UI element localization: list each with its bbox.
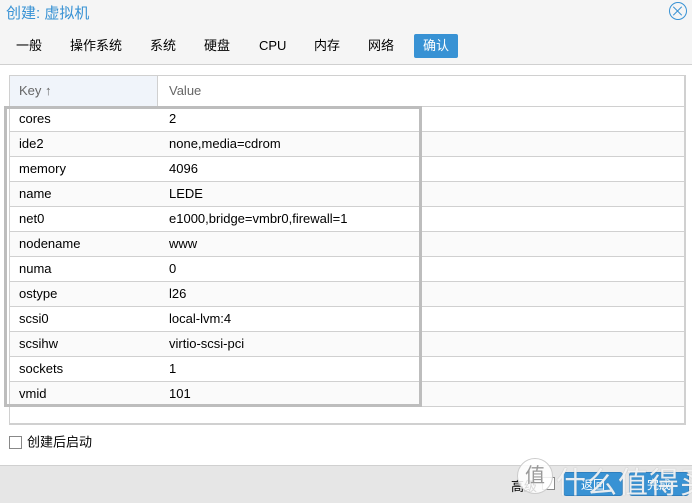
footer-toolbar: 高级 返回 完成 值 什么值得买 <box>0 458 692 503</box>
row-value: virtio-scsi-pci <box>169 336 245 351</box>
row-key: memory <box>19 161 66 176</box>
finish-button[interactable]: 完成 <box>629 472 689 496</box>
start-after-create-label: 创建后启动 <box>27 434 93 450</box>
row-value: 4096 <box>169 161 198 176</box>
table-row[interactable]: cores 2 <box>10 107 684 132</box>
table-row[interactable]: scsi0 local-lvm:4 <box>10 307 684 332</box>
table-row[interactable]: numa 0 <box>10 257 684 282</box>
row-value: LEDE <box>169 186 203 201</box>
row-key: numa <box>19 261 52 276</box>
checkbox-box[interactable] <box>9 436 22 450</box>
content-panel: Key ↑ Value cores 2 ide2 none,media=cdrom … <box>0 65 692 465</box>
row-key: sockets <box>19 361 64 376</box>
row-value: 101 <box>169 386 191 401</box>
column-header-key[interactable]: Key ↑ <box>10 76 158 106</box>
tab-general[interactable]: 一般 <box>7 34 51 58</box>
row-value: none,media=cdrom <box>169 136 281 151</box>
row-key: vmid <box>19 386 47 401</box>
row-key: ostype <box>19 286 58 301</box>
tab-disk[interactable]: 硬盘 <box>195 34 239 58</box>
table-row[interactable]: memory 4096 <box>10 157 684 182</box>
table-row[interactable]: name LEDE <box>10 182 684 207</box>
row-value: 1 <box>169 361 177 376</box>
row-key: net0 <box>19 211 45 226</box>
window-titlebar: 创建: 虚拟机 <box>0 0 692 26</box>
grid-rows: cores 2 ide2 none,media=cdrom memory 4096 n… <box>10 107 684 407</box>
row-value: www <box>169 236 198 251</box>
table-row[interactable]: ide2 none,media=cdrom <box>10 132 684 157</box>
tab-os[interactable]: 操作系统 <box>61 34 131 58</box>
row-value: 2 <box>169 111 177 126</box>
tab-memory[interactable]: 内存 <box>305 34 349 58</box>
table-row[interactable]: scsihw virtio-scsi-pci <box>10 332 684 357</box>
back-button[interactable]: 返回 <box>563 472 623 496</box>
tab-system[interactable]: 系统 <box>141 34 185 58</box>
start-after-create-checkbox[interactable]: 创建后启动 <box>9 434 92 450</box>
tab-cpu[interactable]: CPU <box>250 34 295 58</box>
table-row[interactable]: net0 e1000,bridge=vmbr0,firewall=1 <box>10 207 684 232</box>
row-key: scsihw <box>19 336 59 351</box>
row-key: scsi0 <box>19 311 49 326</box>
table-row[interactable]: nodename www <box>10 232 684 257</box>
row-key: nodename <box>19 236 81 251</box>
tab-bar: 一般 操作系统 系统 硬盘 CPU 内存 网络 确认 <box>0 32 692 65</box>
window-title: 创建: 虚拟机 <box>6 5 90 22</box>
column-header-value[interactable]: Value <box>159 76 201 106</box>
close-icon[interactable] <box>669 2 687 20</box>
table-row[interactable]: vmid 101 <box>10 382 684 407</box>
grid-header: Key ↑ Value <box>10 76 684 107</box>
table-row[interactable]: ostype l26 <box>10 282 684 307</box>
tab-network[interactable]: 网络 <box>359 34 403 58</box>
row-value: 0 <box>169 261 177 276</box>
summary-grid: Key ↑ Value cores 2 ide2 none,media=cdrom … <box>9 75 686 425</box>
row-value: l26 <box>169 286 187 301</box>
tab-confirm[interactable]: 确认 <box>414 34 459 58</box>
row-key: cores <box>19 111 51 126</box>
row-value: local-lvm:4 <box>169 311 232 326</box>
advanced-checkbox[interactable] <box>542 477 555 490</box>
row-key: name <box>19 186 52 201</box>
advanced-label: 高级 <box>511 479 538 494</box>
table-row[interactable]: sockets 1 <box>10 357 684 382</box>
row-value: e1000,bridge=vmbr0,firewall=1 <box>169 211 348 226</box>
row-key: ide2 <box>19 136 44 151</box>
